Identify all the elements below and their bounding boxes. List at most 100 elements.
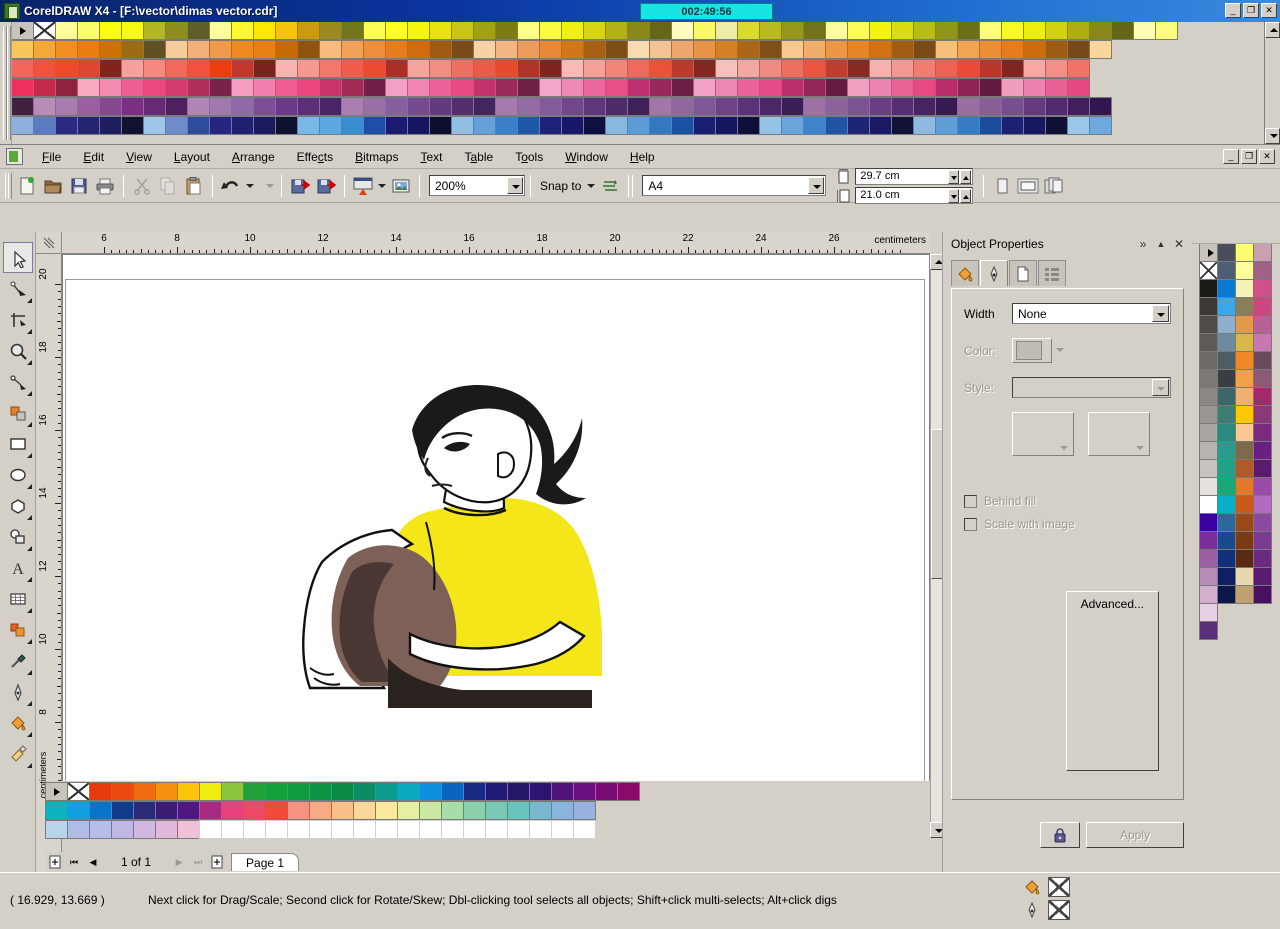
interactive-fill-tool[interactable] [3, 614, 33, 645]
color-swatch[interactable] [517, 116, 540, 135]
color-swatch[interactable] [1235, 333, 1254, 352]
zoom-tool[interactable] [3, 335, 33, 366]
color-swatch[interactable] [1235, 369, 1254, 388]
color-swatch[interactable] [177, 801, 200, 820]
color-swatch[interactable] [165, 116, 188, 135]
undo-dropdown-arrow[interactable] [244, 173, 256, 199]
color-swatch[interactable] [1023, 78, 1046, 97]
color-swatch[interactable] [231, 78, 254, 97]
color-swatch[interactable] [341, 40, 364, 59]
color-swatch[interactable] [287, 801, 310, 820]
color-swatch[interactable] [957, 40, 980, 59]
ruler-origin-corner[interactable] [36, 232, 62, 254]
color-swatch[interactable] [1199, 351, 1218, 370]
color-swatch[interactable] [847, 116, 870, 135]
color-swatch[interactable] [1253, 495, 1272, 514]
color-swatch[interactable] [407, 78, 430, 97]
color-swatch[interactable] [1217, 279, 1236, 298]
color-swatch[interactable] [1235, 459, 1254, 478]
color-swatch[interactable] [627, 97, 650, 116]
color-swatch[interactable] [1067, 78, 1090, 97]
color-swatch[interactable] [1111, 22, 1134, 40]
tool-flyout-arrow[interactable] [26, 422, 32, 427]
color-swatch[interactable] [165, 40, 188, 59]
color-swatch[interactable] [187, 40, 210, 59]
palette-scroll-up[interactable] [1265, 22, 1280, 38]
color-swatch[interactable] [649, 59, 672, 78]
color-swatch[interactable] [1235, 513, 1254, 532]
color-swatch[interactable] [1199, 603, 1218, 622]
color-swatch[interactable] [517, 22, 540, 40]
color-swatch[interactable] [429, 116, 452, 135]
color-swatch[interactable] [33, 116, 56, 135]
horizontal-ruler[interactable]: centimeters 6 8 10 12 14 16 18 20 22 24 26 [62, 232, 930, 254]
color-swatch[interactable] [1253, 351, 1272, 370]
color-swatch[interactable] [12, 40, 34, 59]
blend-tool[interactable] [3, 521, 33, 552]
color-swatch[interactable] [1023, 22, 1046, 40]
color-swatch[interactable] [979, 78, 1002, 97]
color-swatch[interactable] [309, 801, 332, 820]
color-swatch[interactable] [583, 78, 606, 97]
color-swatch[interactable] [1217, 459, 1236, 478]
color-swatch[interactable] [33, 59, 56, 78]
color-swatch[interactable] [1089, 40, 1112, 59]
color-swatch[interactable] [803, 116, 826, 135]
toolbar-grip[interactable] [4, 172, 12, 199]
color-swatch[interactable] [385, 59, 408, 78]
color-swatch[interactable] [803, 97, 826, 116]
color-swatch[interactable] [913, 22, 936, 40]
tool-flyout-arrow[interactable] [26, 608, 32, 613]
color-swatch[interactable] [561, 40, 584, 59]
color-swatch[interactable] [231, 40, 254, 59]
color-swatch[interactable] [1001, 116, 1024, 135]
drawing-canvas[interactable] [62, 254, 930, 838]
color-swatch[interactable] [1217, 549, 1236, 568]
color-swatch[interactable] [1089, 116, 1112, 135]
bottom-palette-swatches[interactable] [45, 782, 930, 840]
color-swatch[interactable] [429, 97, 452, 116]
color-swatch[interactable] [451, 97, 474, 116]
behind-fill-row[interactable]: Behind fill [964, 494, 1171, 508]
color-swatch[interactable] [1235, 351, 1254, 370]
color-swatch[interactable] [243, 820, 266, 839]
color-swatch[interactable] [1253, 279, 1272, 298]
color-swatch[interactable] [231, 59, 254, 78]
color-swatch[interactable] [89, 820, 112, 839]
color-swatch[interactable] [693, 40, 716, 59]
page-height-increment[interactable] [960, 188, 972, 203]
paper-type-combo[interactable]: A4 [642, 175, 827, 196]
page-width-decrement[interactable] [948, 169, 960, 184]
color-swatch[interactable] [319, 22, 342, 40]
color-swatch[interactable] [209, 40, 232, 59]
color-swatch[interactable] [715, 78, 738, 97]
color-swatch[interactable] [143, 59, 166, 78]
color-swatch[interactable] [649, 22, 672, 40]
color-swatch[interactable] [319, 116, 342, 135]
color-swatch[interactable] [671, 116, 694, 135]
color-swatch[interactable] [275, 59, 298, 78]
color-swatch[interactable] [803, 78, 826, 97]
color-swatch[interactable] [847, 97, 870, 116]
color-swatch[interactable] [221, 820, 244, 839]
paint-tool[interactable] [3, 738, 33, 769]
color-swatch[interactable] [385, 22, 408, 40]
color-swatch[interactable] [1235, 531, 1254, 550]
redo-dropdown-arrow[interactable] [264, 173, 276, 199]
color-swatch[interactable] [1253, 513, 1272, 532]
menu-item-bitmaps[interactable]: Bitmaps [344, 146, 409, 168]
color-swatch[interactable] [715, 22, 738, 40]
tool-flyout-arrow[interactable] [26, 484, 32, 489]
palette-scroll-down[interactable] [1265, 128, 1280, 144]
scale-with-image-checkbox[interactable] [964, 517, 977, 531]
color-swatch[interactable] [319, 78, 342, 97]
color-swatch[interactable] [275, 78, 298, 97]
color-swatch[interactable] [1023, 40, 1046, 59]
color-swatch[interactable] [1045, 22, 1068, 40]
color-swatch[interactable] [341, 116, 364, 135]
color-swatch[interactable] [407, 59, 430, 78]
menu-item-effects[interactable]: Effects [286, 146, 344, 168]
color-swatch[interactable] [1045, 78, 1068, 97]
color-swatch[interactable] [1217, 585, 1236, 604]
color-swatch[interactable] [891, 40, 914, 59]
